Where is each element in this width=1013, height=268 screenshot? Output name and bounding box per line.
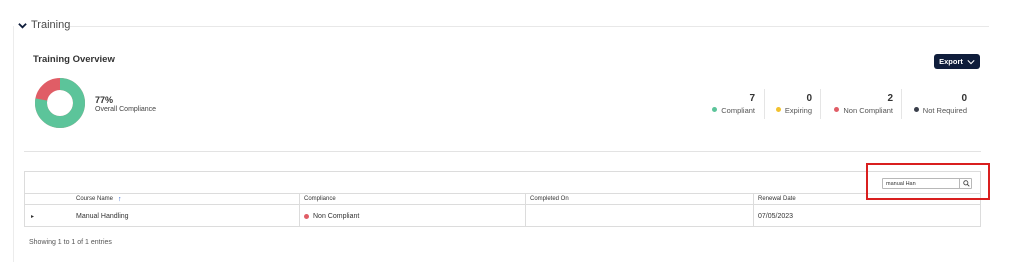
- table-toolbar: [25, 172, 980, 194]
- stat-expiring: 0 Expiring: [765, 93, 812, 119]
- stat-separator: [820, 89, 821, 119]
- header-compliance[interactable]: Compliance: [300, 194, 526, 204]
- stat-label: Non Compliant: [843, 106, 893, 115]
- status-dot: [775, 107, 781, 112]
- stat-value: 2: [887, 93, 893, 104]
- header-label: Course Name: [76, 196, 114, 202]
- compliance-label: Overall Compliance: [95, 106, 157, 113]
- stat-separator: [901, 89, 902, 119]
- chevron-down-icon: [18, 22, 27, 29]
- overview-divider: [24, 151, 981, 152]
- export-label: Export: [939, 57, 963, 66]
- chevron-down-icon: [967, 59, 975, 64]
- cell-course-name: Manual Handling: [72, 205, 300, 227]
- status-dot: [712, 107, 718, 112]
- section-divider: [70, 26, 989, 27]
- stat-value: 0: [806, 93, 812, 104]
- stat-not-required: 0 Not Required: [903, 93, 967, 119]
- expand-row-icon[interactable]: ▸: [25, 205, 72, 227]
- stat-value: 0: [961, 93, 967, 104]
- table-header-row: Course Name ↑ Compliance Completed On Re…: [25, 194, 980, 205]
- overview-title: Training Overview: [33, 54, 115, 65]
- table-row[interactable]: ▸ Manual Handling Non Compliant 07/05/20…: [25, 205, 980, 227]
- section-toggle[interactable]: Training: [18, 19, 70, 31]
- stat-value: 7: [749, 93, 755, 104]
- status-dot: [913, 107, 919, 112]
- search-highlight-box: [866, 163, 990, 200]
- header-expand: [25, 194, 72, 204]
- cell-compliance: Non Compliant: [300, 205, 526, 227]
- sort-ascending-icon: ↑: [118, 195, 122, 203]
- stat-compliant: 7 Compliant: [700, 93, 755, 119]
- compliance-percent: 77%: [95, 95, 114, 105]
- header-completed-on[interactable]: Completed On: [526, 194, 754, 204]
- cell-renewal-date: 07/05/2023: [758, 212, 794, 220]
- training-table: Course Name ↑ Compliance Completed On Re…: [24, 171, 981, 227]
- stat-label: Expiring: [784, 106, 812, 115]
- status-dot: [834, 107, 840, 112]
- stat-label: Compliant: [721, 106, 755, 115]
- section-title: Training: [31, 19, 71, 31]
- stat-label: Not Required: [922, 106, 967, 115]
- compliance-donut-chart: [35, 78, 85, 128]
- header-course-name[interactable]: Course Name ↑: [72, 194, 300, 204]
- cell-completed-on: [526, 205, 754, 227]
- stat-non-compliant: 2 Non Compliant: [822, 93, 893, 119]
- section-border: [13, 26, 14, 262]
- export-button[interactable]: Export: [934, 54, 980, 69]
- table-info: Showing 1 to 1 of 1 entries: [29, 239, 112, 246]
- status-dot: [304, 213, 309, 219]
- compliance-status: Non Compliant: [313, 212, 360, 220]
